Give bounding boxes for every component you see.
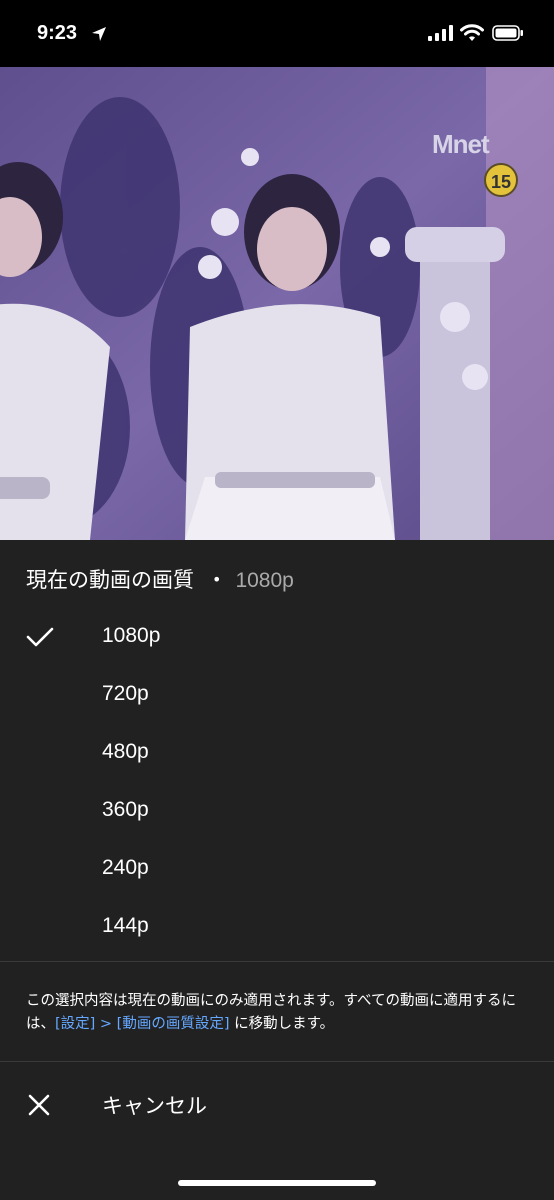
header-label: 現在の動画の画質	[26, 568, 194, 592]
battery-icon	[492, 25, 524, 45]
channel-logo: Mnet	[432, 129, 490, 159]
option-label: 360p	[102, 798, 149, 821]
location-arrow-icon	[91, 26, 107, 46]
quality-sheet: 現在の動画の画質 • 1080p 1080p 720p 480p 360p 240p…	[0, 540, 554, 1200]
option-label: 720p	[102, 682, 149, 705]
cancel-label: キャンセル	[102, 1094, 207, 1118]
quality-option-480p[interactable]: 480p	[0, 726, 554, 784]
divider	[0, 1061, 554, 1062]
home-indicator[interactable]	[178, 1180, 376, 1186]
signal-icon	[428, 25, 454, 45]
quality-option-144p[interactable]: 144p	[0, 900, 554, 958]
quality-option-360p[interactable]: 360p	[0, 784, 554, 842]
header-separator: •	[212, 570, 222, 589]
wifi-icon	[460, 24, 484, 46]
status-time: 9:23	[37, 22, 78, 44]
quality-note: この選択内容は現在の動画にのみ適用されます。すべての動画に適用するには、[設定]…	[26, 990, 532, 1036]
quality-option-240p[interactable]: 240p	[0, 842, 554, 900]
current-quality: 1080p	[235, 569, 294, 592]
age-rating-badge: 15	[484, 163, 518, 197]
divider	[0, 961, 554, 962]
close-icon	[28, 1094, 50, 1120]
video-player[interactable]: Mnet 15	[0, 67, 554, 540]
note-suffix: に移動します。	[229, 1016, 335, 1032]
sheet-header: 現在の動画の画質 • 1080p	[26, 564, 294, 594]
option-label: 1080p	[102, 624, 161, 647]
option-label: 480p	[102, 740, 149, 763]
status-bar: 9:23	[0, 0, 554, 67]
quality-option-1080p[interactable]: 1080p	[0, 610, 554, 668]
settings-link[interactable]: [設定] > [動画の画質設定]	[55, 1016, 230, 1032]
quality-option-720p[interactable]: 720p	[0, 668, 554, 726]
cancel-button[interactable]: キャンセル	[0, 1070, 554, 1140]
option-label: 240p	[102, 856, 149, 879]
option-label: 144p	[102, 914, 149, 937]
checkmark-icon	[26, 626, 54, 652]
